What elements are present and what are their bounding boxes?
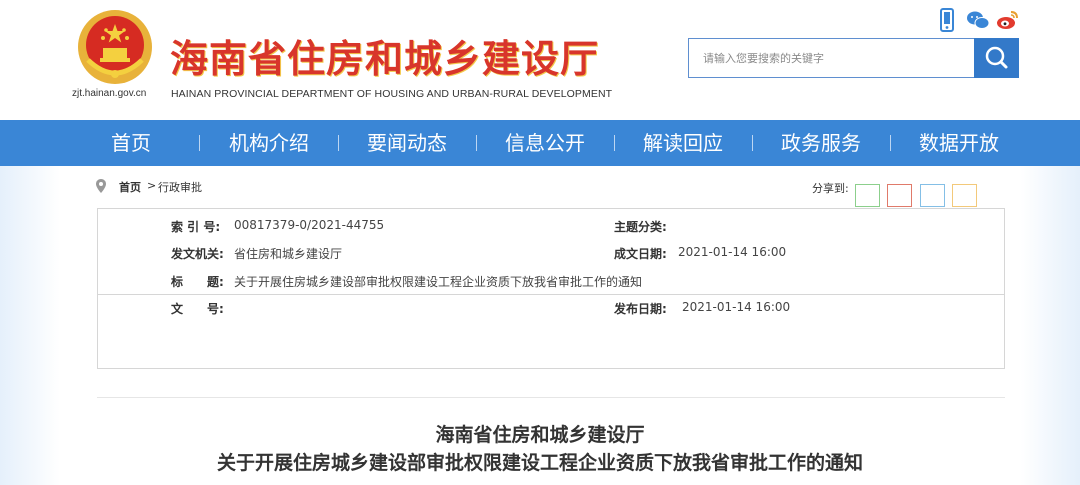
- nav-item-home[interactable]: 首页: [111, 120, 151, 166]
- topic-label: 主题分类:: [614, 220, 667, 234]
- top-icon-group: [938, 8, 1022, 34]
- created-date-label: 成文日期:: [614, 247, 667, 261]
- share-wechat-button[interactable]: [855, 184, 880, 207]
- mobile-icon[interactable]: [938, 8, 960, 32]
- nav-item-about[interactable]: 机构介绍: [229, 120, 309, 166]
- document-info-box: 索 引 号: 00817379-0/2021-44755 主题分类: 发文机关:…: [97, 208, 1005, 369]
- site-header: zjt.hainan.gov.cn 海南省住房和城乡建设厅 HAINAN PRO…: [0, 0, 1080, 120]
- index-value: 00817379-0/2021-44755: [234, 218, 385, 232]
- document-org-heading: 海南省住房和城乡建设厅: [435, 424, 645, 446]
- content-divider: [97, 397, 1005, 398]
- wechat-icon[interactable]: [966, 8, 990, 32]
- share-label: 分享到:: [812, 182, 849, 195]
- site-domain[interactable]: zjt.hainan.gov.cn: [72, 88, 146, 99]
- info-divider: [98, 294, 1004, 295]
- breadcrumb-home-link[interactable]: 首页: [119, 179, 141, 195]
- issuer-label: 发文机关:: [171, 247, 224, 261]
- index-label: 索 引 号:: [171, 220, 221, 234]
- created-date-value: 2021-01-14 16:00: [678, 245, 787, 259]
- main-nav: 首页 机构介绍 要闻动态 信息公开 解读回应 政务服务 数据开放: [0, 120, 1080, 166]
- published-date-value: 2021-01-14 16:00: [682, 300, 791, 314]
- search-button[interactable]: [974, 38, 1019, 78]
- search-icon: [985, 46, 1008, 69]
- site-subtitle: HAINAN PROVINCIAL DEPARTMENT OF HOUSING …: [171, 88, 613, 100]
- site-title[interactable]: 海南省住房和城乡建设厅: [170, 28, 599, 83]
- nav-separator: [476, 135, 477, 151]
- national-emblem-icon[interactable]: [76, 8, 154, 86]
- breadcrumb-separator: >: [147, 179, 157, 192]
- nav-item-services[interactable]: 政务服务: [781, 120, 861, 166]
- nav-separator: [752, 135, 753, 151]
- nav-separator: [338, 135, 339, 151]
- share-weibo-button[interactable]: [887, 184, 912, 207]
- nav-item-news[interactable]: 要闻动态: [367, 120, 447, 166]
- issuer-value: 省住房和城乡建设厅: [234, 247, 343, 261]
- share-qq-button[interactable]: [920, 184, 945, 207]
- title-value: 关于开展住房城乡建设部审批权限建设工程企业资质下放我省审批工作的通知: [234, 275, 643, 289]
- published-date-label: 发布日期:: [614, 302, 667, 316]
- nav-item-info-disclosure[interactable]: 信息公开: [505, 120, 585, 166]
- weibo-icon[interactable]: [996, 8, 1018, 32]
- document-title-heading: 关于开展住房城乡建设部审批权限建设工程企业资质下放我省审批工作的通知: [216, 452, 863, 474]
- search-input[interactable]: [689, 39, 974, 77]
- nav-separator: [199, 135, 200, 151]
- nav-separator: [890, 135, 891, 151]
- location-pin-icon: [96, 179, 106, 193]
- title-label: 标 题:: [171, 275, 224, 289]
- breadcrumb-current[interactable]: 行政审批: [158, 179, 202, 195]
- share-qzone-button[interactable]: [952, 184, 977, 207]
- nav-separator: [614, 135, 615, 151]
- doc-number-label: 文 号:: [171, 302, 224, 316]
- nav-item-open-data[interactable]: 数据开放: [919, 120, 999, 166]
- nav-item-interpretation[interactable]: 解读回应: [643, 120, 723, 166]
- search-input-wrapper: [688, 38, 974, 78]
